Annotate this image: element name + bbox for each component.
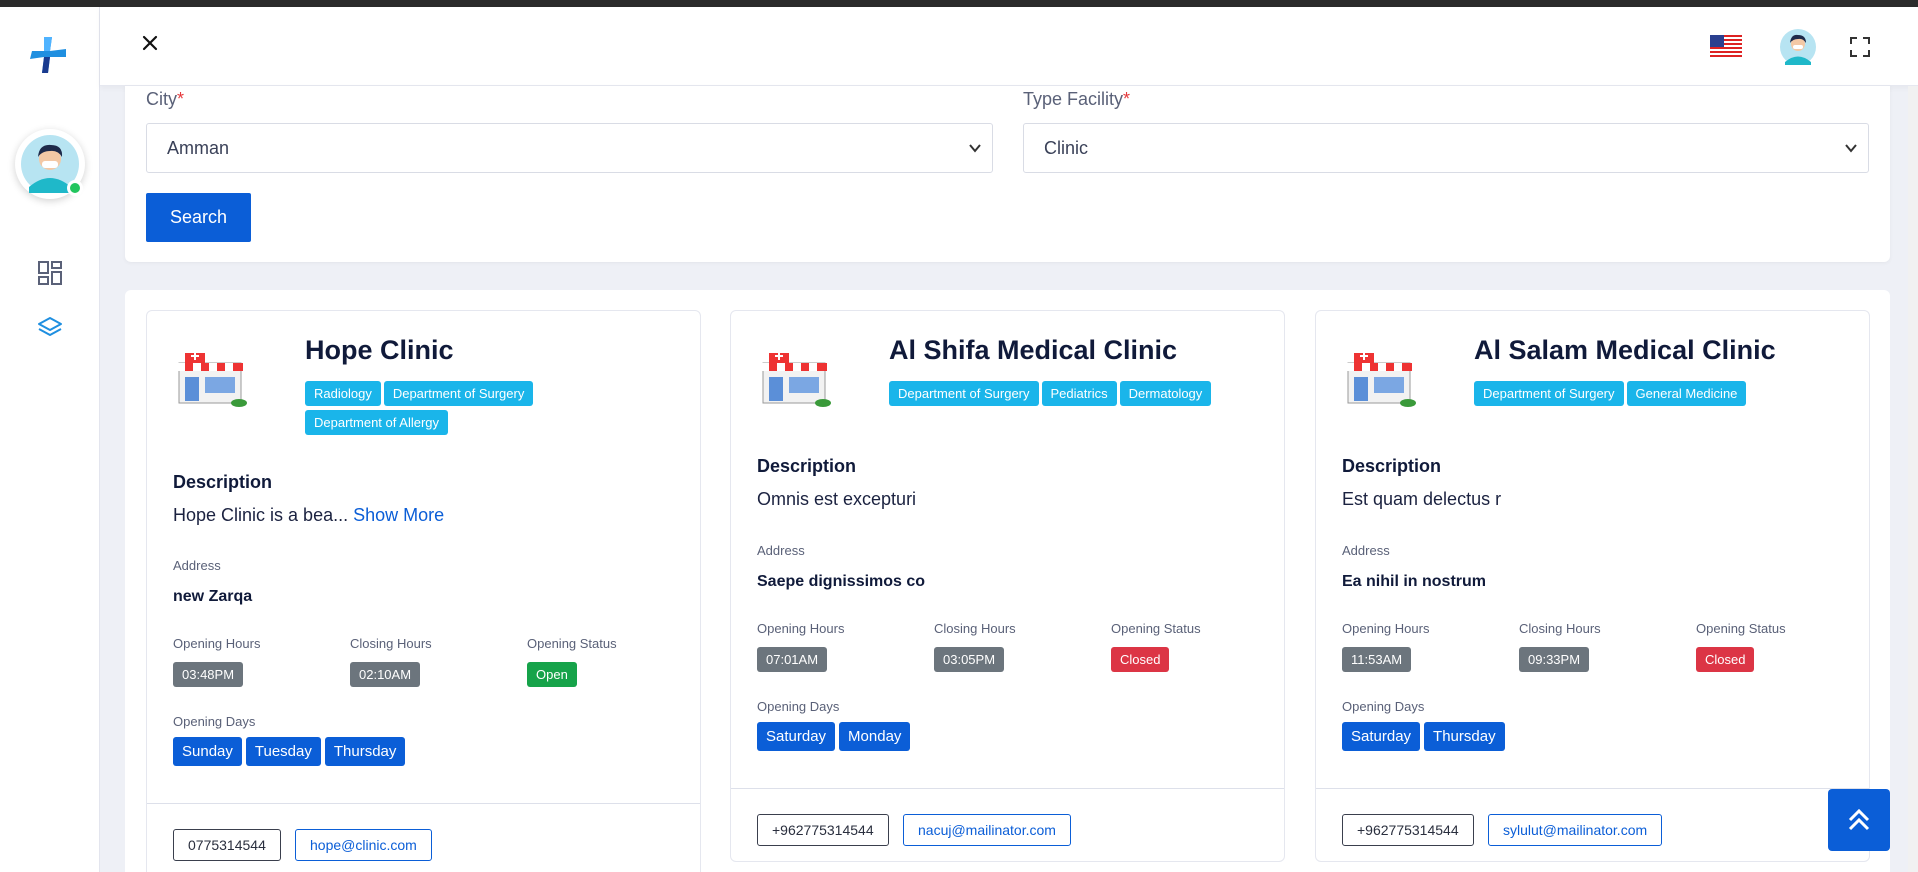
- city-select-value: Amman: [167, 138, 230, 158]
- description-text: Est quam delectus r: [1342, 489, 1502, 509]
- card-divider: [731, 788, 1284, 789]
- sidebar: [0, 7, 100, 872]
- opening-hours-label: Opening Hours: [173, 636, 261, 651]
- clinic-card[interactable]: Al Shifa Medical Clinic Department of Su…: [730, 310, 1285, 862]
- clinic-name: Al Salam Medical Clinic: [1474, 335, 1776, 365]
- email-link[interactable]: hope@clinic.com: [295, 829, 432, 861]
- address-value: Ea nihil in nostrum: [1342, 573, 1487, 590]
- phone-pill: +962775314544: [1342, 814, 1474, 846]
- user-avatar[interactable]: [15, 129, 85, 199]
- opening-days-label: Opening Days: [757, 699, 840, 714]
- opening-days-label: Opening Days: [1342, 699, 1425, 714]
- opening-hours-badge: 11:53AM: [1342, 647, 1412, 672]
- clinic-building-icon: [1346, 352, 1416, 407]
- department-tag: Pediatrics: [1041, 381, 1117, 406]
- department-tag: Department of Surgery: [1474, 381, 1624, 406]
- type-facility-select-value: Clinic: [1044, 138, 1089, 158]
- type-facility-select[interactable]: Clinic: [1023, 123, 1869, 173]
- address-value: Saepe dignissimos co: [757, 573, 926, 590]
- clinic-card[interactable]: Al Salam Medical Clinic Department of Su…: [1315, 310, 1870, 862]
- department-tag: Department of Allergy: [305, 410, 449, 435]
- profile-avatar-icon[interactable]: [1780, 29, 1816, 65]
- us-flag-icon[interactable]: [1710, 35, 1742, 57]
- day-badge: Tuesday: [245, 737, 321, 766]
- card-divider: [1316, 788, 1869, 789]
- phone-pill: +962775314544: [757, 814, 889, 846]
- department-tag: Department of Surgery: [383, 381, 534, 406]
- online-status-dot: [67, 180, 83, 196]
- double-chevron-up-icon: [1848, 808, 1870, 831]
- closing-hours-label: Closing Hours: [1519, 621, 1601, 636]
- department-tag: Radiology: [305, 381, 381, 406]
- fullscreen-icon[interactable]: [1849, 36, 1871, 58]
- chevron-down-icon: [1845, 144, 1857, 153]
- address-value: new Zarqa: [173, 588, 253, 605]
- description-label: Description: [173, 472, 273, 492]
- type-facility-label: Type Facility*: [1023, 89, 1131, 109]
- card-divider: [147, 803, 700, 804]
- closing-hours-badge: 02:10AM: [350, 662, 421, 687]
- day-badge: Saturday: [757, 722, 836, 751]
- description-label: Description: [757, 456, 857, 476]
- email-link[interactable]: sylulut@mailinator.com: [1488, 814, 1663, 846]
- department-tag: Dermatology: [1119, 381, 1212, 406]
- clinic-card[interactable]: Hope Clinic Radiology Department of Surge…: [146, 310, 701, 872]
- city-select[interactable]: Amman: [146, 123, 993, 173]
- clinic-name: Hope Clinic: [305, 335, 454, 365]
- day-badge: Thursday: [1424, 722, 1505, 751]
- department-tag: General Medicine: [1626, 381, 1747, 406]
- opening-status-label: Opening Status: [1111, 621, 1201, 636]
- medical-cross-logo[interactable]: [26, 33, 70, 77]
- description-label: Description: [1342, 456, 1442, 476]
- clinic-building-icon: [177, 352, 247, 407]
- opening-hours-badge: 07:01AM: [757, 647, 828, 672]
- day-badge: Monday: [839, 722, 911, 751]
- status-badge: Open: [527, 662, 577, 687]
- phone-pill: 0775314544: [173, 829, 281, 861]
- closing-hours-badge: 03:05PM: [934, 647, 1005, 672]
- address-label: Address: [1342, 543, 1390, 558]
- opening-days: Sunday Tuesday Thursday: [173, 737, 409, 766]
- opening-days-label: Opening Days: [173, 714, 256, 729]
- day-badge: Saturday: [1342, 722, 1421, 751]
- email-link[interactable]: nacuj@mailinator.com: [903, 814, 1071, 846]
- opening-days: Saturday Thursday: [1342, 722, 1509, 751]
- status-badge: Closed: [1111, 647, 1170, 672]
- opening-hours-label: Opening Hours: [1342, 621, 1430, 636]
- top-strip: [0, 0, 1918, 7]
- layers-icon[interactable]: [37, 315, 63, 341]
- search-filter-panel: City* Amman Type Facility* Clinic Search: [125, 86, 1890, 262]
- city-label: City*: [146, 89, 185, 109]
- department-tags: Radiology Department of Surgery Department…: [305, 381, 635, 439]
- top-bar: [100, 7, 1918, 86]
- status-badge: Closed: [1696, 647, 1755, 672]
- closing-hours-label: Closing Hours: [350, 636, 432, 651]
- dashboard-icon[interactable]: [37, 260, 63, 286]
- opening-hours-badge: 03:48PM: [173, 662, 244, 687]
- closing-hours-label: Closing Hours: [934, 621, 1016, 636]
- day-badge: Thursday: [324, 737, 406, 766]
- chevron-down-icon: [969, 144, 981, 153]
- description-text: Omnis est excepturi: [757, 489, 917, 509]
- clinic-building-icon: [761, 352, 831, 407]
- department-tags: Department of Surgery General Medicine: [1474, 381, 1814, 410]
- close-icon[interactable]: [138, 31, 162, 55]
- scroll-to-top-button[interactable]: [1828, 789, 1890, 851]
- address-label: Address: [757, 543, 805, 558]
- clinic-name: Al Shifa Medical Clinic: [889, 335, 1178, 365]
- opening-status-label: Opening Status: [527, 636, 617, 651]
- show-more-link[interactable]: Show More: [353, 505, 444, 525]
- address-label: Address: [173, 558, 221, 573]
- search-button[interactable]: Search: [146, 193, 251, 242]
- closing-hours-badge: 09:33PM: [1519, 647, 1590, 672]
- department-tags: Department of Surgery Pediatrics Dermatolo…: [889, 381, 1229, 410]
- opening-hours-label: Opening Hours: [757, 621, 845, 636]
- department-tag: Department of Surgery: [889, 381, 1039, 406]
- opening-days: Saturday Monday: [757, 722, 914, 751]
- description-text: Hope Clinic is a bea... Show More: [173, 505, 445, 525]
- day-badge: Sunday: [173, 737, 242, 766]
- opening-status-label: Opening Status: [1696, 621, 1786, 636]
- page-scrollbar[interactable]: [1908, 86, 1918, 872]
